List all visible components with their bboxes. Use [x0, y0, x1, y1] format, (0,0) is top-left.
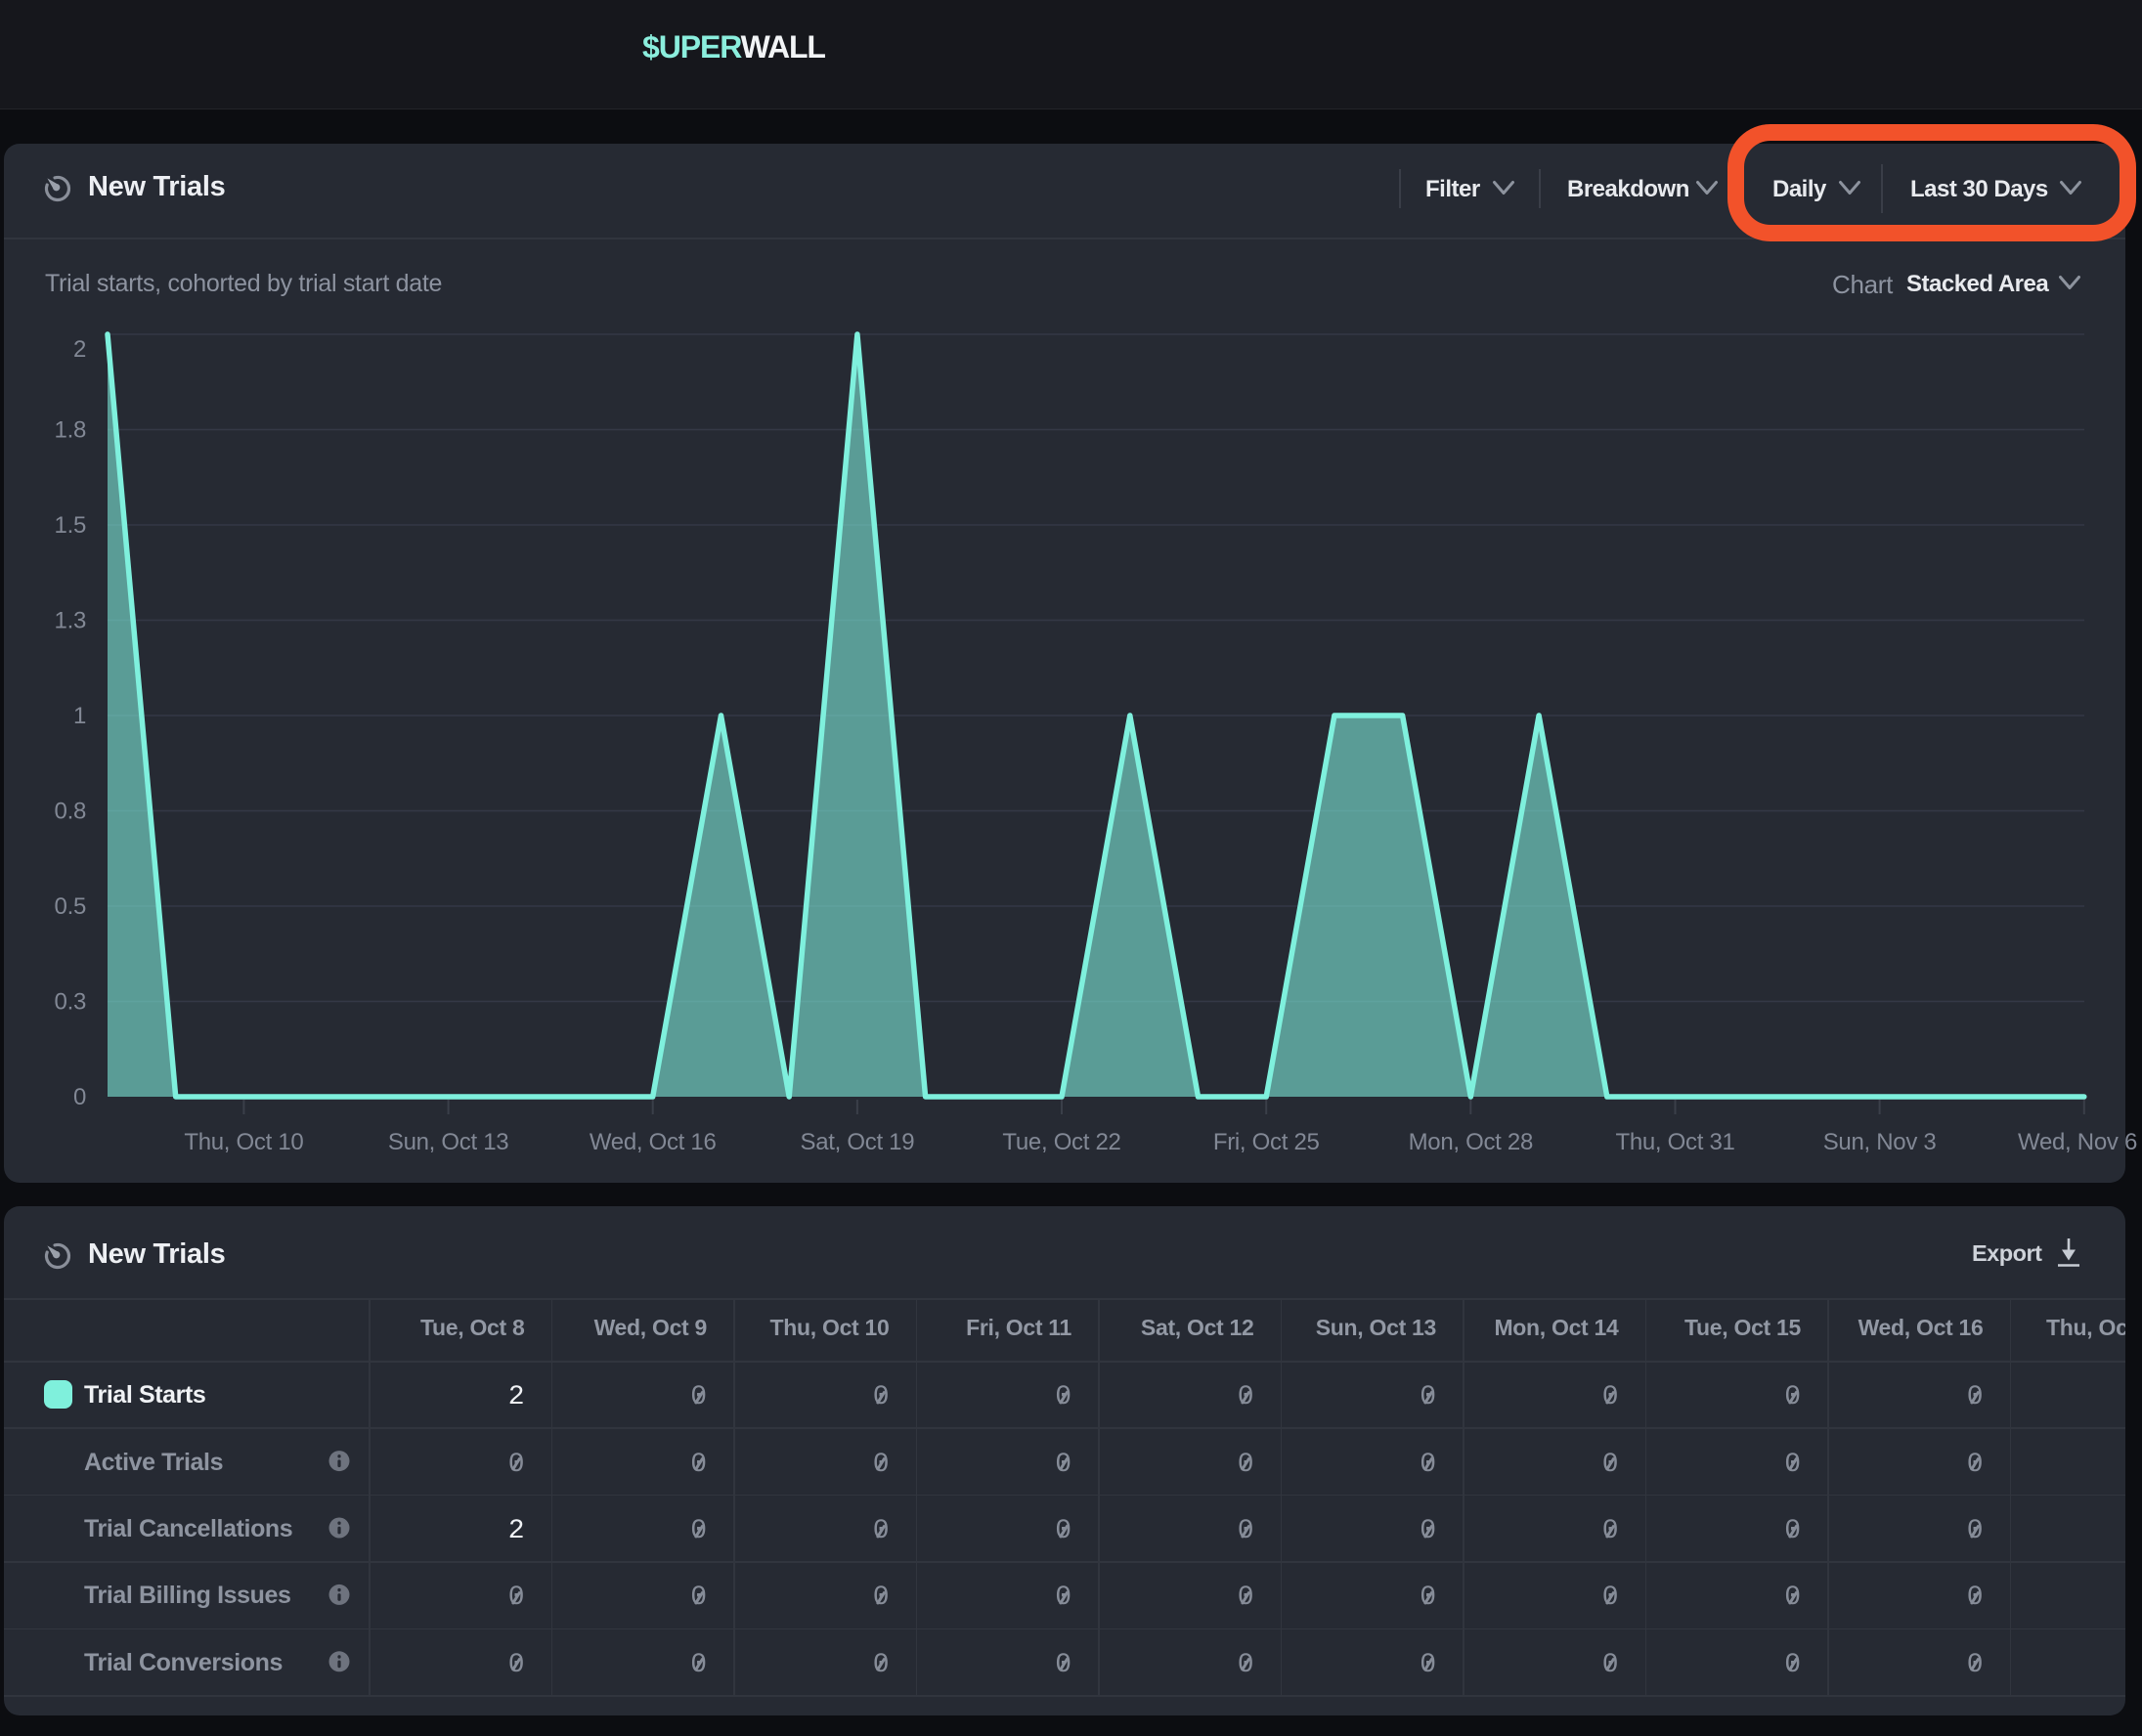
svg-text:Tue, Oct 22: Tue, Oct 22: [1002, 1129, 1120, 1155]
svg-text:Sun, Oct 13: Sun, Oct 13: [388, 1129, 508, 1155]
svg-text:Mon, Oct 28: Mon, Oct 28: [1409, 1129, 1533, 1155]
svg-text:Sun, Nov 3: Sun, Nov 3: [1823, 1129, 1937, 1155]
svg-text:Wed, Nov 6: Wed, Nov 6: [2018, 1129, 2137, 1155]
svg-text:0.8: 0.8: [55, 799, 86, 825]
svg-text:Sat, Oct 19: Sat, Oct 19: [801, 1129, 915, 1155]
svg-text:0.5: 0.5: [55, 893, 86, 920]
svg-text:Wed, Oct 16: Wed, Oct 16: [590, 1129, 717, 1155]
svg-text:0.3: 0.3: [55, 989, 86, 1016]
svg-text:Fri, Oct 25: Fri, Oct 25: [1213, 1129, 1320, 1155]
svg-text:0: 0: [73, 1084, 86, 1110]
svg-text:1.5: 1.5: [55, 512, 86, 539]
svg-text:2: 2: [73, 336, 86, 363]
svg-text:1.3: 1.3: [55, 608, 86, 634]
svg-text:1: 1: [73, 703, 86, 729]
svg-text:Thu, Oct 10: Thu, Oct 10: [184, 1129, 303, 1155]
svg-text:Thu, Oct 31: Thu, Oct 31: [1615, 1129, 1734, 1155]
svg-text:1.8: 1.8: [55, 417, 86, 444]
